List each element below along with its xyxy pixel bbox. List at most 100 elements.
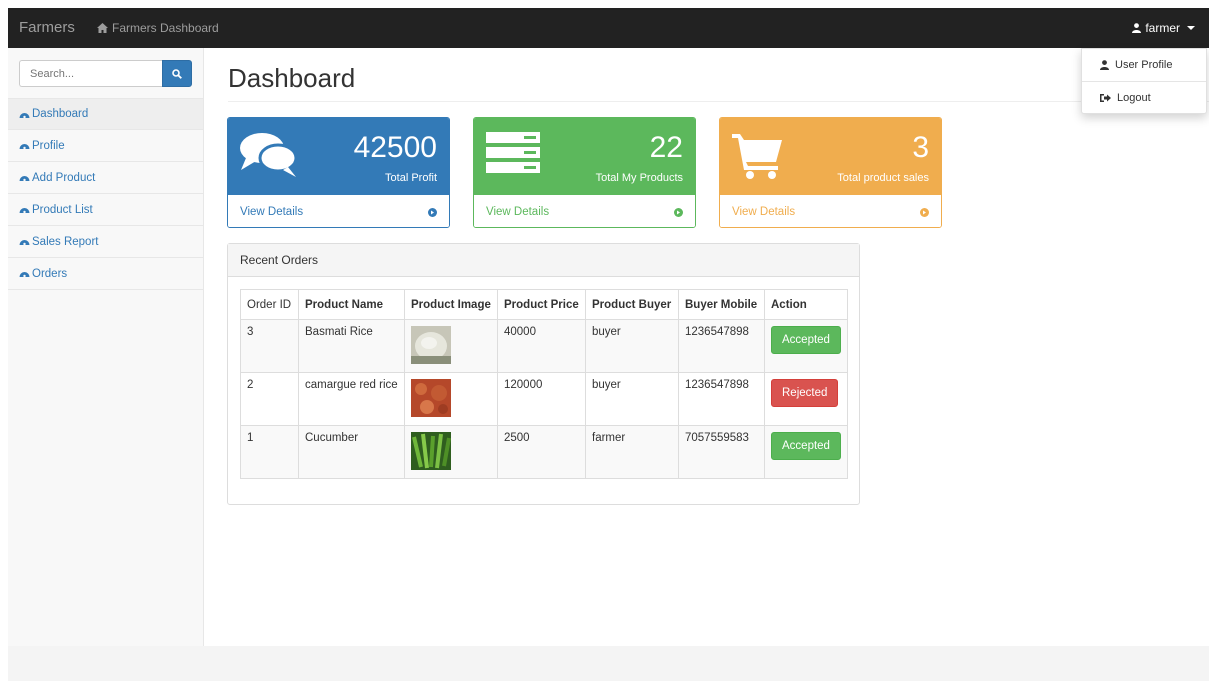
sidebar-item-label: Orders	[32, 267, 68, 280]
col-product-buyer: Product Buyer	[585, 289, 679, 320]
sidebar-item-sales-report[interactable]: Sales Report	[8, 226, 203, 258]
product-thumbnail-basmati-rice[interactable]	[411, 326, 451, 364]
stat-card-header: 42500 Total Profit	[228, 118, 449, 195]
col-action: Action	[764, 289, 848, 320]
stat-card-header: 3 Total product sales	[720, 118, 941, 195]
col-order-id: Order ID	[240, 289, 299, 320]
product-price: 2500	[497, 425, 586, 479]
dropdown-item-user-profile[interactable]: User Profile	[1082, 49, 1206, 81]
view-details-link[interactable]: View Details	[228, 195, 449, 227]
product-buyer: farmer	[585, 425, 679, 479]
product-image-cell	[404, 319, 498, 373]
product-thumbnail-cucumber[interactable]	[411, 432, 451, 470]
product-name: Basmati Rice	[298, 319, 405, 373]
accepted-button[interactable]: Accepted	[771, 432, 841, 460]
product-thumbnail-red-rice[interactable]	[411, 379, 451, 417]
arrow-circle-right-icon	[920, 207, 929, 217]
dashboard-icon	[19, 240, 30, 246]
sidebar-item-add-product[interactable]: Add Product	[8, 162, 203, 194]
page-title: Dashboard	[228, 63, 356, 93]
action-cell: Accepted	[764, 319, 848, 373]
user-menu-toggle[interactable]: farmer	[1132, 21, 1195, 35]
col-buyer-mobile: Buyer Mobile	[678, 289, 765, 320]
recent-orders-heading: Recent Orders	[228, 244, 859, 277]
user-icon	[1100, 60, 1109, 70]
table-row: 1 Cucumber 2500 farmer 7057559583 Accept…	[240, 425, 848, 479]
arrow-circle-right-icon	[674, 207, 683, 217]
sidebar-item-product-list[interactable]: Product List	[8, 194, 203, 226]
dropdown-item-label: User Profile	[1115, 59, 1173, 71]
user-icon	[1132, 23, 1142, 33]
arrow-circle-right-icon	[428, 207, 437, 217]
shopping-cart-icon	[732, 134, 782, 179]
accepted-button[interactable]: Accepted	[771, 326, 841, 354]
brand-link[interactable]: Farmers	[19, 19, 75, 36]
stat-card-total-products: 22 Total My Products View Details	[473, 117, 696, 228]
product-image-cell	[404, 425, 498, 479]
breadcrumb-label: Farmers Dashboard	[112, 21, 219, 35]
buyer-mobile: 1236547898	[678, 319, 765, 373]
col-product-name: Product Name	[298, 289, 405, 320]
caret-down-icon	[1187, 26, 1195, 30]
product-price: 40000	[497, 319, 586, 373]
buyer-mobile: 1236547898	[678, 372, 765, 426]
dashboard-icon	[19, 144, 30, 150]
product-price: 120000	[497, 372, 586, 426]
search-input[interactable]	[19, 60, 162, 87]
product-buyer: buyer	[585, 372, 679, 426]
action-cell: Rejected	[764, 372, 848, 426]
home-icon	[97, 23, 108, 33]
dashboard-icon	[19, 176, 30, 182]
table-row: 2 camargue red rice 120000 buyer 1236547…	[240, 372, 848, 426]
stat-card-total-profit: 42500 Total Profit View Details	[227, 117, 450, 228]
comments-icon	[240, 133, 298, 177]
dashboard-icon	[19, 272, 30, 278]
stat-value: 3	[912, 131, 929, 164]
view-details-label: View Details	[486, 206, 550, 218]
dropdown-item-logout[interactable]: Logout	[1082, 82, 1206, 114]
order-id: 3	[240, 319, 299, 373]
sidebar-item-label: Add Product	[32, 171, 96, 184]
stat-label: Total Profit	[385, 172, 437, 184]
product-buyer: buyer	[585, 319, 679, 373]
sidebar-item-label: Profile	[32, 139, 65, 152]
rejected-button[interactable]: Rejected	[771, 379, 839, 407]
footer-band	[8, 646, 1209, 681]
dashboard-icon	[19, 208, 30, 214]
user-name: farmer	[1145, 21, 1180, 35]
stat-card-header: 22 Total My Products	[474, 118, 695, 195]
sidebar-item-profile[interactable]: Profile	[8, 130, 203, 162]
sidebar-item-dashboard[interactable]: Dashboard	[8, 98, 203, 130]
table-row: 3 Basmati Rice 40000 buyer 1236547898 Ac…	[240, 319, 848, 373]
product-image-cell	[404, 372, 498, 426]
stat-label: Total My Products	[595, 172, 683, 184]
user-dropdown-menu: User Profile Logout	[1081, 48, 1207, 114]
table-header-row: Order ID Product Name Product Image Prod…	[240, 289, 848, 320]
view-details-link[interactable]: View Details	[474, 195, 695, 227]
sidebar-nav: Dashboard Profile Add Product Product Li…	[8, 98, 203, 290]
col-product-price: Product Price	[497, 289, 586, 320]
title-divider	[228, 101, 1209, 102]
breadcrumb[interactable]: Farmers Dashboard	[97, 21, 219, 35]
sidebar-item-label: Dashboard	[32, 108, 89, 120]
view-details-label: View Details	[732, 206, 796, 218]
search-icon	[172, 68, 182, 79]
view-details-label: View Details	[240, 206, 304, 218]
view-details-link[interactable]: View Details	[720, 195, 941, 227]
stat-value: 42500	[353, 131, 437, 164]
product-name: camargue red rice	[298, 372, 405, 426]
search-button[interactable]	[162, 60, 192, 87]
sidebar-item-label: Sales Report	[32, 235, 99, 248]
order-id: 2	[240, 372, 299, 426]
top-navbar: Farmers Farmers Dashboard farmer	[8, 8, 1209, 48]
server-icon	[486, 132, 540, 173]
sidebar: Dashboard Profile Add Product Product Li…	[8, 48, 204, 646]
stat-label: Total product sales	[837, 172, 929, 184]
dashboard-icon	[19, 112, 30, 118]
sidebar-item-orders[interactable]: Orders	[8, 258, 203, 290]
recent-orders-panel: Recent Orders Order ID Product Name Prod…	[227, 243, 860, 505]
product-name: Cucumber	[298, 425, 405, 479]
search-group	[19, 60, 192, 87]
sign-out-icon	[1100, 94, 1111, 102]
dropdown-item-label: Logout	[1117, 92, 1151, 104]
